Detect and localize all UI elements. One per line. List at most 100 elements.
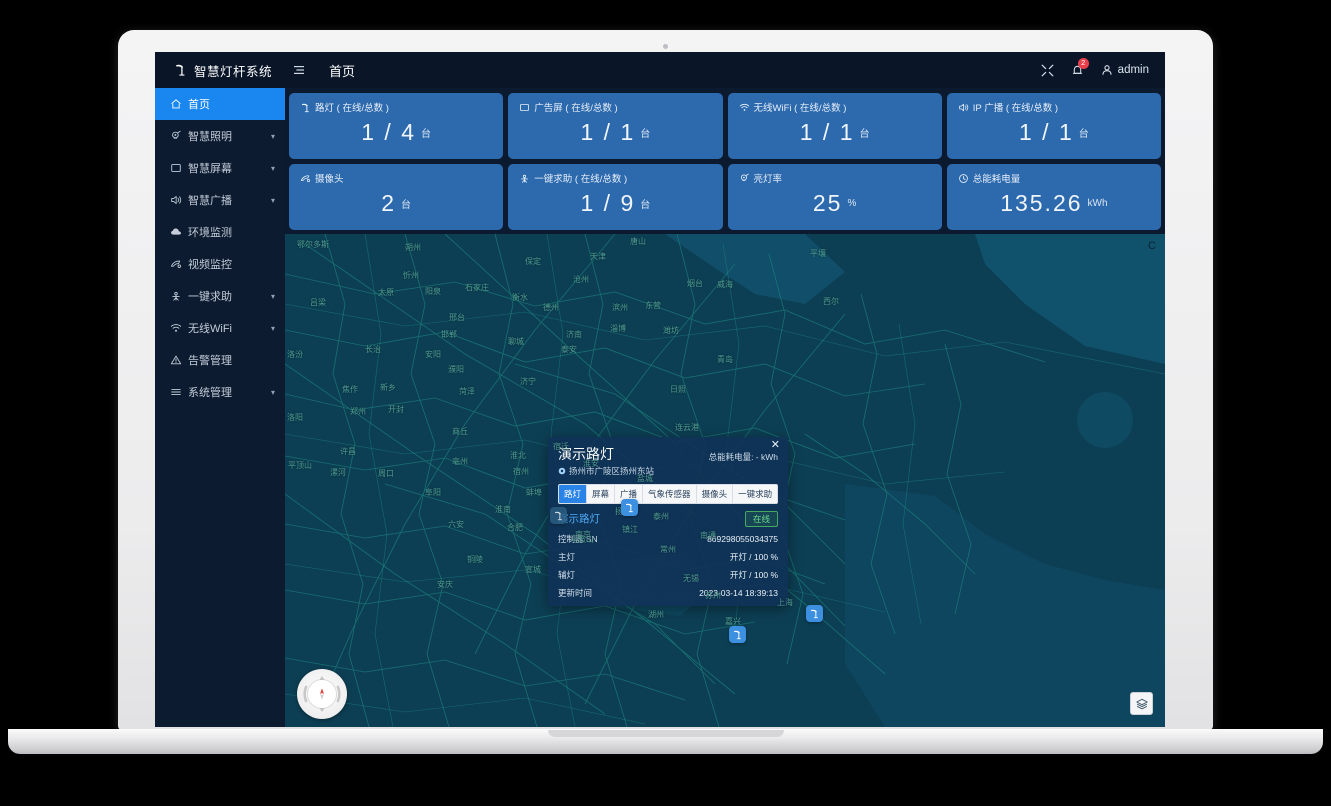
stat-card-title: IP 广播 ( 在线/总数 ) <box>972 103 1059 114</box>
map-marker-3[interactable] <box>729 626 746 643</box>
sidebar-item-6[interactable]: 一键求助 ▾ <box>155 280 285 312</box>
stat-card-header: 一键求助 ( 在线/总数 ) <box>519 171 711 185</box>
chevron-down-icon: ▾ <box>270 195 275 205</box>
compass-icon[interactable] <box>297 669 347 719</box>
popup-field-key: 主灯 <box>558 551 576 562</box>
popup-tab-5[interactable]: 一键求助 <box>733 484 777 503</box>
popup-field-key: 辅灯 <box>558 569 576 580</box>
stat-card-header: 摄像头 <box>300 171 492 185</box>
stat-card-unit: 台 <box>640 199 651 211</box>
popup-tab-4[interactable]: 摄像头 <box>696 484 734 503</box>
chevron-down-icon: ▾ <box>270 291 275 301</box>
chevron-down-icon: ▾ <box>270 323 275 333</box>
stat-card-3[interactable]: IP 广播 ( 在线/总数 ) 1 / 1 台 <box>946 93 1161 159</box>
sidebar-item-label: 系统管理 <box>188 387 232 399</box>
streetlight-icon <box>300 102 311 113</box>
notification-badge: 2 <box>1077 57 1089 69</box>
user-menu[interactable]: admin <box>1101 64 1149 76</box>
sidebar-item-1[interactable]: 智慧照明 ▾ <box>155 120 285 152</box>
stat-card-value: 1 / 1 <box>1018 118 1074 145</box>
sidebar-item-4[interactable]: 环境监测 <box>155 216 285 248</box>
popup-address: 扬州市广陵区扬州东站 <box>558 465 778 477</box>
layers-icon[interactable] <box>1130 692 1153 715</box>
stat-card-header: 总能耗电量 <box>958 171 1150 185</box>
clock-icon <box>958 173 969 184</box>
menu-collapse-icon[interactable] <box>293 64 309 76</box>
stat-card-2[interactable]: 无线WiFi ( 在线/总数 ) 1 / 1 台 <box>727 93 942 159</box>
stat-card-body: 25 % <box>739 185 931 224</box>
sidebar-item-9[interactable]: 系统管理 ▾ <box>155 376 285 408</box>
map-view[interactable]: C ✕ 演示路灯 总能耗电量: - kWh 扬州市广陵区扬州东站 路灯 屏幕 广… <box>285 234 1165 727</box>
device-info-popup: ✕ 演示路灯 总能耗电量: - kWh 扬州市广陵区扬州东站 路灯 屏幕 广播 … <box>548 437 788 606</box>
stat-card-header: 无线WiFi ( 在线/总数 ) <box>739 100 931 114</box>
map-marker-1[interactable] <box>621 499 638 516</box>
stat-card-0[interactable]: 路灯 ( 在线/总数 ) 1 / 4 台 <box>289 93 504 159</box>
popup-tab-strip: 路灯 屏幕 广播 气象传感器 摄像头 一键求助 <box>558 483 778 504</box>
sidebar-item-5[interactable]: 视频监控 <box>155 248 285 280</box>
location-pin-icon <box>558 467 566 475</box>
stat-card-value: 135.26 <box>1000 189 1083 216</box>
stat-card-title: 广告屏 ( 在线/总数 ) <box>534 103 618 114</box>
sidebar-item-8[interactable]: 告警管理 <box>155 344 285 376</box>
popup-title: 演示路灯 <box>558 446 614 462</box>
close-icon[interactable]: ✕ <box>771 440 780 451</box>
stat-card-4[interactable]: 摄像头 2 台 <box>289 164 504 230</box>
sidebar-item-3[interactable]: 智慧广播 ▾ <box>155 184 285 216</box>
cloud-icon <box>169 226 182 238</box>
sidebar-item-label: 环境监测 <box>188 227 232 239</box>
sos-icon <box>519 173 530 184</box>
stat-card-unit: 台 <box>1078 128 1089 140</box>
popup-field-value: 开灯 / 100 % <box>729 551 778 562</box>
user-icon <box>1101 64 1113 76</box>
stat-card-unit: 台 <box>421 128 431 140</box>
popup-field-value: 869298055034375 <box>707 533 778 544</box>
laptop-mockup: 智慧灯杆系统 首页 2 admin 首页 智慧照明 ▾ 智慧屏幕 ▾ 智慧广播 … <box>0 0 1331 806</box>
stat-card-value: 1 / 9 <box>580 189 636 216</box>
streetlight-logo-icon <box>172 63 187 78</box>
stat-card-title: 亮灯率 <box>753 174 783 185</box>
stat-card-1[interactable]: 广告屏 ( 在线/总数 ) 1 / 1 台 <box>508 93 723 159</box>
popup-address-text: 扬州市广陵区扬州东站 <box>569 465 655 476</box>
stat-card-value: 1 / 1 <box>799 118 855 145</box>
sidebar-item-label: 智慧照明 <box>188 131 232 143</box>
sidebar-item-label: 智慧屏幕 <box>188 163 232 175</box>
popup-field-value: 2023-03-14 18:39:13 <box>699 587 778 598</box>
popup-field-3: 更新时间 2023-03-14 18:39:13 <box>558 587 778 599</box>
brand-title: 智慧灯杆系统 <box>194 64 273 79</box>
sidebar-item-label: 视频监控 <box>188 259 232 271</box>
bell-icon[interactable]: 2 <box>1071 57 1089 77</box>
sidebar-item-2[interactable]: 智慧屏幕 ▾ <box>155 152 285 184</box>
stat-card-body: 2 台 <box>300 185 492 224</box>
map-marker-2[interactable] <box>806 605 823 622</box>
popup-field-value: 开灯 / 100 % <box>729 569 778 580</box>
home-icon <box>169 98 182 110</box>
sidebar-item-label: 无线WiFi <box>188 323 232 335</box>
popup-field-2: 辅灯 开灯 / 100 % <box>558 569 778 581</box>
monitor-icon <box>519 102 530 113</box>
stats-grid: 路灯 ( 在线/总数 ) 1 / 4 台 广告屏 ( 在线/总数 ) 1 / 1… <box>285 88 1165 234</box>
stat-card-5[interactable]: 一键求助 ( 在线/总数 ) 1 / 9 台 <box>508 164 723 230</box>
stat-card-title: 路灯 ( 在线/总数 ) <box>315 103 389 114</box>
sidebar-item-7[interactable]: 无线WiFi ▾ <box>155 312 285 344</box>
map-marker-0[interactable] <box>550 507 567 524</box>
fullscreen-icon[interactable] <box>1041 64 1054 77</box>
sidebar-item-0[interactable]: 首页 <box>155 88 285 120</box>
stat-card-title: 摄像头 <box>315 174 344 185</box>
stat-card-unit: 台 <box>401 199 412 211</box>
stat-card-value: 2 <box>381 189 397 216</box>
stat-card-title: 一键求助 ( 在线/总数 ) <box>534 174 628 185</box>
popup-tab-0[interactable]: 路灯 <box>559 484 588 503</box>
main-content: 路灯 ( 在线/总数 ) 1 / 4 台 广告屏 ( 在线/总数 ) 1 / 1… <box>285 88 1165 727</box>
popup-tab-1[interactable]: 屏幕 <box>587 484 616 503</box>
stat-card-body: 135.26 kWh <box>958 185 1150 224</box>
stat-card-7[interactable]: 总能耗电量 135.26 kWh <box>946 164 1161 230</box>
brand-area: 智慧灯杆系统 <box>155 61 290 80</box>
stat-card-6[interactable]: 亮灯率 25 % <box>727 164 942 230</box>
stat-card-body: 1 / 1 台 <box>519 114 711 153</box>
stat-card-header: 亮灯率 <box>739 171 931 185</box>
popup-tab-3[interactable]: 气象传感器 <box>643 484 697 503</box>
stat-card-value: 25 <box>812 189 843 216</box>
chevron-down-icon: ▾ <box>270 387 275 397</box>
warning-icon <box>169 354 182 366</box>
chevron-down-icon: ▾ <box>270 163 275 173</box>
